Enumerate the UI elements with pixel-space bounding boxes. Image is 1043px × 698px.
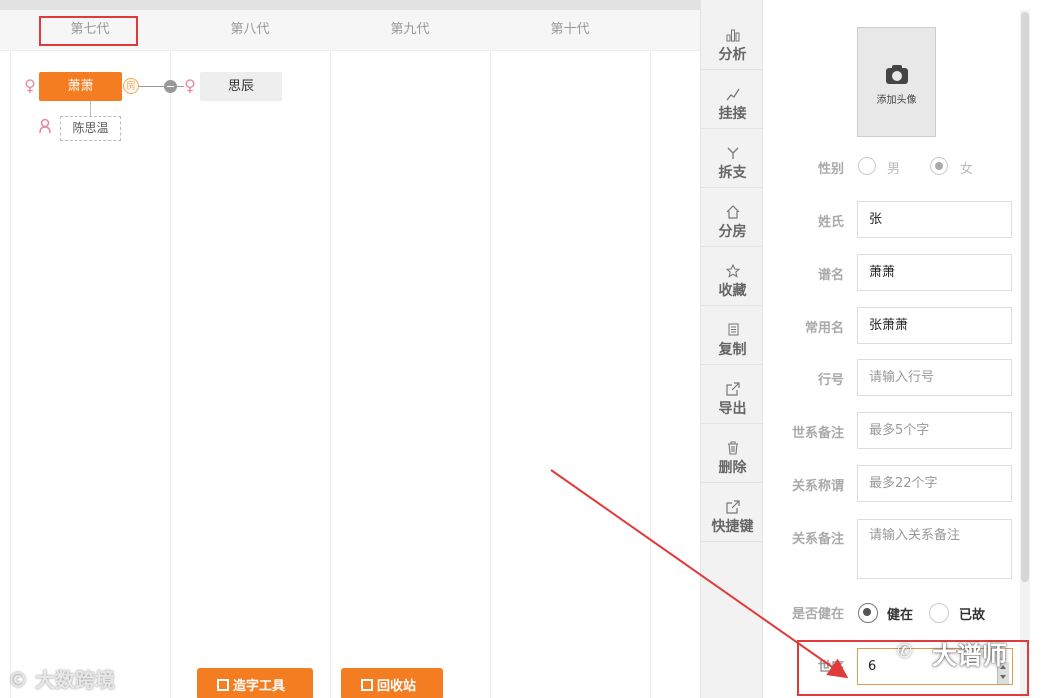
alive-label: 是否健在: [791, 607, 844, 622]
tool-label: 导出: [718, 401, 747, 417]
surname-field[interactable]: 张: [857, 201, 1012, 238]
generation-highlight-box: [39, 16, 138, 46]
trash-icon: [361, 679, 373, 691]
tool-label: 拆支: [718, 165, 747, 181]
tool-label: 分房: [718, 224, 747, 240]
spouse-connector: [90, 101, 91, 116]
bar-chart-icon: [725, 28, 741, 42]
relation-title-field[interactable]: 最多22个字: [857, 465, 1012, 502]
tool-analyze[interactable]: 分析: [701, 12, 764, 70]
gender-label: 性别: [817, 162, 844, 177]
wechat-icon: ✆: [897, 641, 913, 662]
tool-label: 挂接: [718, 106, 747, 122]
make-char-label: 造字工具: [233, 679, 286, 694]
female-icon: ♀: [24, 76, 36, 95]
recycle-bin-button[interactable]: 回收站: [341, 668, 443, 698]
common-name-label: 常用名: [804, 321, 844, 336]
column-divider: [490, 50, 491, 698]
shixi-note-label: 世系备注: [791, 426, 844, 441]
tool-shortcut[interactable]: 快捷键: [701, 484, 764, 542]
column-divider: [330, 50, 331, 698]
spouse-node[interactable]: 陈思温: [60, 116, 121, 141]
collapse-toggle[interactable]: [164, 80, 177, 93]
tool-label: 收藏: [718, 283, 747, 299]
generation-10[interactable]: 第十代: [490, 10, 650, 50]
side-toolbar: 分析 挂接 拆支 分房 收藏 复制 导出 删除 快捷键: [700, 0, 764, 698]
hang-field[interactable]: 请输入行号: [857, 359, 1012, 396]
tool-label: 复制: [718, 342, 747, 358]
gender-female-radio[interactable]: [930, 157, 948, 175]
tool-copy[interactable]: 复制: [701, 307, 764, 365]
pu-name-field[interactable]: 萧萧: [857, 254, 1012, 291]
tool-delete[interactable]: 删除: [701, 425, 764, 483]
gender-male-radio[interactable]: [858, 157, 876, 175]
tool-label: 分析: [718, 47, 747, 63]
gender-male-label: 男: [887, 162, 901, 177]
surname-label: 姓氏: [817, 215, 844, 230]
alive-no-radio[interactable]: [929, 603, 949, 623]
tool-link[interactable]: 挂接: [701, 71, 764, 129]
trash-icon: [725, 441, 741, 455]
alive-no-label: 已故: [959, 608, 986, 623]
tool-favorite[interactable]: 收藏: [701, 248, 764, 306]
generation-8[interactable]: 第八代: [170, 10, 330, 50]
branch-badge: 房: [123, 78, 139, 94]
generation-9[interactable]: 第九代: [330, 10, 490, 50]
top-bar: [0, 0, 700, 10]
tool-icon: [217, 679, 229, 691]
camera-icon: [886, 65, 908, 84]
shortcut-icon: [725, 500, 741, 514]
make-char-button[interactable]: 造字工具: [197, 668, 313, 698]
watermark-left: © 大数跨境: [8, 664, 115, 693]
tool-branch[interactable]: 分房: [701, 189, 764, 247]
tool-split[interactable]: 拆支: [701, 130, 764, 188]
connector-line: [139, 86, 165, 87]
export-icon: [725, 382, 741, 396]
relation-title-label: 关系称谓: [791, 479, 844, 494]
column-divider: [170, 50, 171, 698]
common-name-field[interactable]: 张萧萧: [857, 307, 1012, 344]
person-node-sichen[interactable]: 思辰: [200, 72, 282, 101]
panel-scrollbar-thumb[interactable]: [1021, 12, 1029, 582]
watermark-logo-icon: ©: [8, 668, 28, 692]
alive-yes-radio[interactable]: [858, 603, 878, 623]
column-divider: [650, 50, 651, 698]
female-icon: ♀: [184, 76, 196, 95]
hang-label: 行号: [817, 373, 844, 388]
column-divider: [10, 50, 11, 698]
split-icon: [725, 146, 741, 160]
avatar-upload[interactable]: 添加头像: [857, 27, 936, 137]
watermark-left-text: 大数跨境: [34, 668, 115, 692]
avatar-caption: 添加头像: [876, 95, 917, 106]
spouse-icon: [38, 118, 54, 136]
shixi-note-field[interactable]: 最多5个字: [857, 412, 1012, 449]
copy-icon: [725, 323, 741, 337]
watermark-right: 大谱师: [932, 641, 1008, 670]
tool-export[interactable]: 导出: [701, 366, 764, 424]
star-icon: [725, 263, 741, 278]
home-icon: [725, 205, 741, 219]
person-node-xiaoxiao[interactable]: 萧萧: [39, 72, 122, 101]
alive-yes-label: 健在: [887, 608, 914, 623]
family-tree-canvas: 第七代 第八代 第九代 第十代 ♀ 萧萧 房 ♀ 思辰 陈思温 © 大数跨境 造…: [0, 0, 700, 698]
pu-name-label: 谱名: [817, 268, 844, 283]
tool-label: 快捷键: [711, 519, 754, 535]
relation-note-textarea[interactable]: 请输入关系备注: [857, 519, 1012, 579]
gender-female-label: 女: [960, 162, 974, 177]
relation-note-label: 关系备注: [791, 532, 844, 547]
tool-label: 删除: [718, 460, 747, 476]
link-icon: [725, 87, 741, 101]
recycle-label: 回收站: [377, 679, 417, 694]
